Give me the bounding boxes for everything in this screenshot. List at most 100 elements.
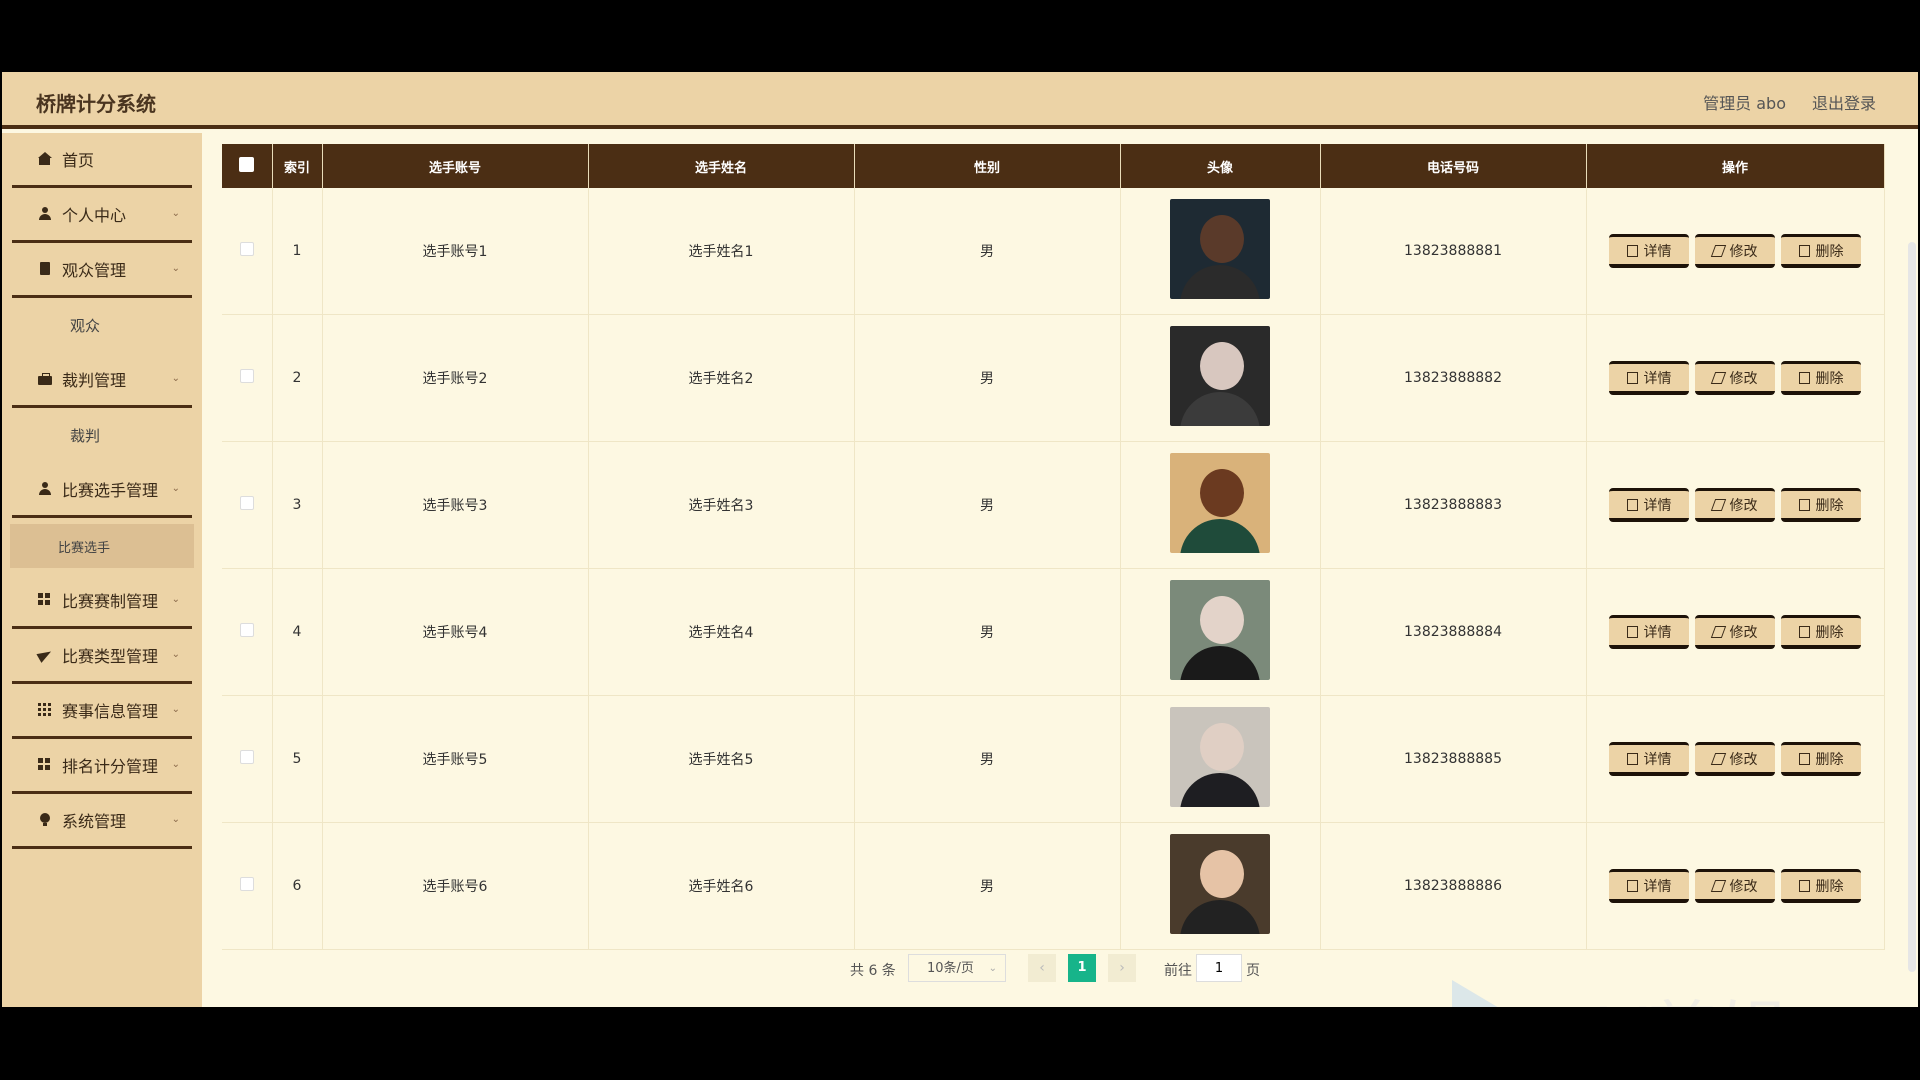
row-checkbox[interactable] xyxy=(239,750,254,764)
logout-link[interactable]: 退出登录 xyxy=(1812,90,1876,114)
detail-button[interactable]: 详情 xyxy=(1609,361,1689,395)
main-content: 索引 选手账号 选手姓名 性别 头像 电话号码 操作 1 选手账号1 选手姓名1 男 1… xyxy=(222,144,1885,950)
sidebar-item-personal-center[interactable]: 个人中心 ⌄ xyxy=(12,188,192,243)
delete-button[interactable]: 删除 xyxy=(1781,869,1861,903)
table-row: 5 选手账号5 选手姓名5 男 13823888885 详情 修改 删除 xyxy=(222,695,1885,823)
edit-icon xyxy=(1710,753,1726,765)
detail-button[interactable]: 详情 xyxy=(1609,742,1689,776)
row-checkbox[interactable] xyxy=(239,877,254,891)
button-label: 删除 xyxy=(1815,879,1844,895)
sidebar-item-referee-management[interactable]: 裁判管理 ⌄ xyxy=(12,353,192,408)
page-number-current[interactable]: 1 xyxy=(1068,954,1096,982)
index-cell: 5 xyxy=(272,695,323,823)
select-all-checkbox[interactable] xyxy=(239,156,255,172)
goto-page-input[interactable] xyxy=(1196,954,1242,982)
table-row: 1 选手账号1 选手姓名1 男 13823888881 详情 修改 删除 xyxy=(222,188,1885,315)
delete-button[interactable]: 删除 xyxy=(1781,361,1861,395)
page-size-select[interactable]: 10条/页 ⌄ xyxy=(908,954,1006,982)
sidebar-item-home[interactable]: 首页 xyxy=(12,133,192,188)
sidebar-subitem-players[interactable]: 比赛选手 xyxy=(10,524,194,568)
row-select-cell xyxy=(222,441,273,569)
edit-button[interactable]: 修改 xyxy=(1695,742,1775,776)
page-word-label: 页 xyxy=(1246,963,1260,979)
name-cell: 选手姓名4 xyxy=(588,568,855,696)
sidebar-item-event-info-management[interactable]: 赛事信息管理 ⌄ xyxy=(12,684,192,739)
row-checkbox[interactable] xyxy=(239,496,254,510)
button-label: 删除 xyxy=(1815,371,1844,387)
row-checkbox[interactable] xyxy=(239,242,254,256)
players-table: 索引 选手账号 选手姓名 性别 头像 电话号码 操作 1 选手账号1 选手姓名1 男 1… xyxy=(222,144,1885,950)
total-count: 共 6 条 xyxy=(850,963,896,979)
play-icon xyxy=(1452,980,1516,1007)
detail-button[interactable]: 详情 xyxy=(1609,869,1689,903)
button-label: 修改 xyxy=(1729,244,1758,260)
row-select-cell xyxy=(222,568,273,696)
sidebar-item-player-management[interactable]: 比赛选手管理 ⌄ xyxy=(12,463,192,518)
sidebar-item-audience-management[interactable]: 观众管理 ⌄ xyxy=(12,243,192,298)
prev-page-button[interactable]: ‹ xyxy=(1028,954,1056,982)
sidebar-item-label: 比赛类型管理 xyxy=(62,647,159,666)
table-row: 2 选手账号2 选手姓名2 男 13823888882 详情 修改 删除 xyxy=(222,314,1885,442)
button-label: 删除 xyxy=(1815,244,1844,260)
row-checkbox[interactable] xyxy=(239,369,254,383)
name-cell: 选手姓名1 xyxy=(588,188,855,315)
row-select-cell xyxy=(222,695,273,823)
button-label: 详情 xyxy=(1643,625,1672,641)
sidebar-item-type-management[interactable]: 比赛类型管理 ⌄ xyxy=(12,629,192,684)
sidebar-item-system-management[interactable]: 系统管理 ⌄ xyxy=(12,794,192,849)
button-label: 详情 xyxy=(1643,371,1672,387)
vertical-scrollbar[interactable] xyxy=(1908,242,1916,972)
sidebar-subitem-audience[interactable]: 观众 xyxy=(12,298,192,353)
button-label: 详情 xyxy=(1643,498,1672,514)
avatar-cell xyxy=(1120,822,1321,950)
index-cell: 6 xyxy=(272,822,323,950)
name-cell: 选手姓名2 xyxy=(588,314,855,442)
sidebar-subitem-referee[interactable]: 裁判 xyxy=(12,408,192,463)
document-icon xyxy=(38,262,52,276)
column-header: 性别 xyxy=(854,144,1121,188)
sidebar-item-format-management[interactable]: 比赛赛制管理 ⌄ xyxy=(12,574,192,629)
edit-button[interactable]: 修改 xyxy=(1695,869,1775,903)
edit-icon xyxy=(1710,245,1726,257)
column-header: 索引 xyxy=(272,144,323,188)
delete-button[interactable]: 删除 xyxy=(1781,742,1861,776)
chevron-down-icon: ⌄ xyxy=(171,263,180,274)
chevron-right-icon: › xyxy=(1119,960,1125,976)
delete-button[interactable]: 删除 xyxy=(1781,615,1861,649)
avatar xyxy=(1170,707,1270,807)
trash-icon xyxy=(1798,245,1810,257)
sidebar-item-ranking-management[interactable]: 排名计分管理 ⌄ xyxy=(12,739,192,794)
chevron-down-icon: ⌄ xyxy=(171,814,180,825)
person-icon xyxy=(38,482,52,496)
delete-button[interactable]: 删除 xyxy=(1781,488,1861,522)
avatar-cell xyxy=(1120,188,1321,315)
detail-button[interactable]: 详情 xyxy=(1609,488,1689,522)
edit-button[interactable]: 修改 xyxy=(1695,361,1775,395)
edit-icon xyxy=(1710,372,1726,384)
row-checkbox[interactable] xyxy=(239,623,254,637)
phone-cell: 13823888883 xyxy=(1320,441,1587,569)
delete-button[interactable]: 删除 xyxy=(1781,234,1861,268)
detail-icon xyxy=(1626,372,1638,384)
chevron-down-icon: ⌄ xyxy=(171,704,180,715)
detail-button[interactable]: 详情 xyxy=(1609,234,1689,268)
edit-button[interactable]: 修改 xyxy=(1695,488,1775,522)
edit-icon xyxy=(1710,626,1726,638)
app-window: 桥牌计分系统 管理员 abo 退出登录 首页 个人中心 ⌄ 观众管理 ⌄ 观众 … xyxy=(2,72,1918,1007)
gender-cell: 男 xyxy=(854,314,1121,442)
gender-cell: 男 xyxy=(854,188,1121,315)
chevron-down-icon: ⌄ xyxy=(171,649,180,660)
edit-icon xyxy=(1710,499,1726,511)
edit-button[interactable]: 修改 xyxy=(1695,615,1775,649)
button-label: 详情 xyxy=(1643,752,1672,768)
sidebar-item-label: 排名计分管理 xyxy=(62,757,159,776)
detail-button[interactable]: 详情 xyxy=(1609,615,1689,649)
avatar xyxy=(1170,199,1270,299)
button-label: 删除 xyxy=(1815,752,1844,768)
chevron-down-icon: ⌄ xyxy=(171,594,180,605)
edit-button[interactable]: 修改 xyxy=(1695,234,1775,268)
index-cell: 1 xyxy=(272,188,323,315)
phone-cell: 13823888882 xyxy=(1320,314,1587,442)
next-page-button[interactable]: › xyxy=(1108,954,1136,982)
chevron-left-icon: ‹ xyxy=(1039,960,1045,976)
